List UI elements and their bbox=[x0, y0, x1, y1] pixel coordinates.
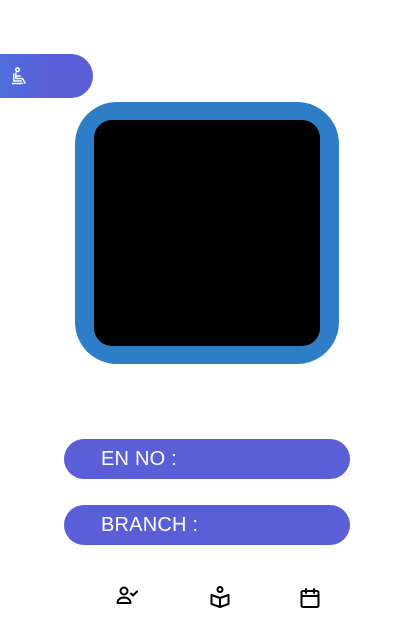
branch-field: BRANCH : bbox=[64, 505, 350, 545]
calendar-icon[interactable] bbox=[298, 586, 322, 610]
branch-label: BRANCH : bbox=[101, 513, 199, 536]
enrollment-number-field: EN NO : bbox=[64, 439, 350, 479]
photo-frame bbox=[75, 102, 339, 364]
photo-preview bbox=[94, 120, 320, 346]
enrollment-number-label: EN NO : bbox=[101, 447, 177, 470]
reading-person-icon[interactable] bbox=[208, 585, 232, 609]
profile-tab-button[interactable] bbox=[0, 54, 93, 98]
seated-person-icon bbox=[10, 66, 30, 86]
person-check-icon[interactable] bbox=[115, 584, 139, 608]
